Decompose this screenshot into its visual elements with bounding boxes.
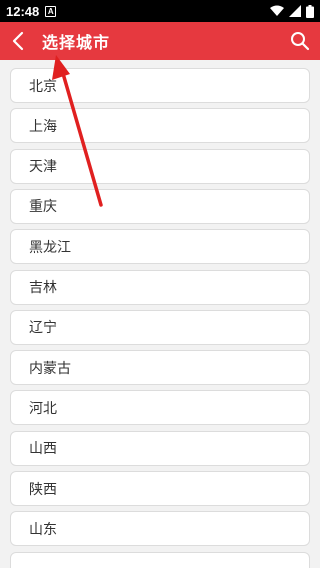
city-list-item[interactable]: 山西 [10,430,310,466]
city-list-item[interactable]: 黑龙江 [10,229,310,265]
city-list-item[interactable]: 北京 [10,68,310,103]
status-icons [270,4,314,18]
status-time: 12:48 [6,3,40,19]
city-list-item[interactable]: 吉林 [10,269,310,305]
notification-icon: A [45,5,57,17]
city-list-item[interactable]: 山东 [10,511,310,547]
city-list-item[interactable]: 辽宁 [10,309,310,345]
page-title: 选择城市 [42,33,111,52]
city-list-item[interactable]: 河北 [10,390,310,426]
city-list[interactable]: 北京上海天津重庆黑龙江吉林辽宁内蒙古河北山西陕西山东 [0,66,320,568]
city-list-item[interactable]: 陕西 [10,471,310,506]
search-icon [291,32,310,51]
city-list-item[interactable]: 重庆 [10,188,310,224]
wifi-icon [270,5,284,16]
city-list-item[interactable]: 天津 [10,148,310,184]
signal-icon [289,5,301,17]
back-button[interactable] [0,22,36,60]
city-list-item[interactable] [10,551,310,568]
search-button[interactable] [280,22,320,60]
city-list-item[interactable]: 上海 [10,108,310,144]
city-list-item[interactable]: 内蒙古 [10,350,310,386]
status-bar: 12:48 A [0,0,320,22]
app-bar: 选择城市 [0,22,320,60]
battery-icon [306,4,314,18]
back-chevron-icon [12,31,24,51]
